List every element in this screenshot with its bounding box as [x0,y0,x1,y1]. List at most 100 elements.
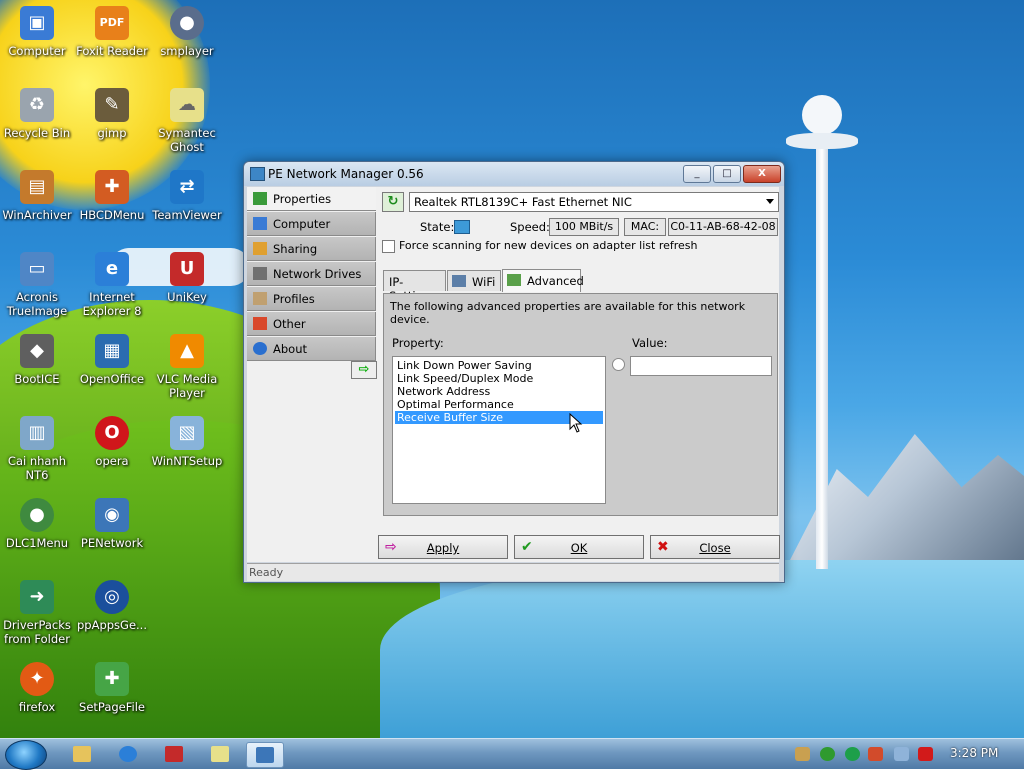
winntsetup-icon: ▧ [170,416,204,450]
minimize-button[interactable]: _ [683,165,711,183]
desktop-icon-openoffice[interactable]: ▦ OpenOffice [75,334,149,386]
recycle-bin-icon: ♻ [20,88,54,122]
tray-volume-icon[interactable] [918,747,933,761]
speed-value: 100 MBit/s [549,218,619,236]
tray-play-icon[interactable] [845,747,860,761]
help-icon [253,342,267,355]
tray-ghost-icon[interactable] [868,747,883,761]
start-button[interactable] [5,740,47,770]
nav-item-profiles[interactable]: Profiles [247,287,376,311]
desktop-icon-computer[interactable]: ▣ Computer [0,6,74,58]
desktop-icon-vlc[interactable]: ▲ VLC Media Player [150,334,224,400]
tray-check-icon[interactable] [820,747,835,761]
desktop-icon-penetwork[interactable]: ◉ PENetwork [75,498,149,550]
nav-item-network-drives[interactable]: Network Drives [247,262,376,286]
maximize-button[interactable]: □ [713,165,741,183]
desktop-icon-internet-explorer[interactable]: e Internet Explorer 8 [75,252,149,318]
openoffice-icon: ▦ [95,334,129,368]
nav-item-properties[interactable]: Properties [247,187,376,211]
tab-advanced[interactable]: Advanced [502,269,584,292]
desktop-icon-winarchiver[interactable]: ▤ WinArchiver [0,170,74,222]
desktop-icon-winntsetup[interactable]: ▧ WinNTSetup [150,416,224,468]
desktop-icon-firefox[interactable]: ✦ firefox [0,662,74,714]
desktop-icon-dlc1menu[interactable]: ● DLC1Menu [0,498,74,550]
close-button[interactable]: ✖ Close [650,535,780,559]
apply-button[interactable]: ⇨ Apply [378,535,508,559]
network-drives-icon [253,267,267,280]
desktop-icon-smplayer[interactable]: ● smplayer [150,6,224,58]
clock[interactable]: 3:28 PM [950,746,998,760]
nav-item-about[interactable]: About [247,337,376,361]
tray-network-icon[interactable] [894,747,909,761]
unikey-icon [165,746,183,762]
pe-network-manager-window: PE Network Manager 0.56 _ □ X Properties… [243,161,785,583]
collapse-nav-button[interactable]: ⇨ [351,361,377,379]
explorer-icon [73,746,91,762]
mac-label: MAC: [624,218,666,236]
tab-wifi[interactable]: WiFi [447,270,501,291]
profiles-icon [253,292,267,305]
desktop-icon-gimp[interactable]: ✎ gimp [75,88,149,140]
window-title: PE Network Manager 0.56 [268,167,424,181]
nav-item-computer[interactable]: Computer [247,212,376,236]
sharing-icon [253,242,267,255]
cai-nhanh-icon: ▥ [20,416,54,450]
tray-tools-icon[interactable] [795,747,810,761]
list-item[interactable]: Network Address [395,385,603,398]
taskbar-symantec-ghost[interactable] [202,742,238,766]
desktop-icon-bootice[interactable]: ◆ BootICE [0,334,74,386]
vlc-icon: ▲ [170,334,204,368]
status-text: Ready [249,566,284,579]
desktop-icon-setpagefile[interactable]: ✚ SetPageFile [75,662,149,714]
list-item[interactable]: Link Down Power Saving [395,359,603,372]
list-item[interactable]: Optimal Performance [395,398,603,411]
desktop-icon-teamviewer[interactable]: ⇄ TeamViewer [150,170,224,222]
list-item[interactable]: Link Speed/Duplex Mode [395,372,603,385]
desktop-icon-recycle-bin[interactable]: ♻ Recycle Bin [0,88,74,140]
desktop-icon-ppappsge[interactable]: ◎ ppAppsGe... [75,580,149,632]
sidebar-nav: Properties Computer Sharing Network Driv… [247,187,376,367]
status-bar: Ready [247,563,779,581]
nav-item-other[interactable]: Other [247,312,376,336]
desktop-icon-driverpacks[interactable]: ➜ DriverPacks from Folder [0,580,74,646]
checkbox-box[interactable] [382,240,395,253]
advanced-icon [507,274,521,286]
desktop-icon-opera[interactable]: Oopera [75,416,149,468]
properties-icon [253,192,267,205]
internet-explorer-icon: e [95,252,129,286]
title-bar[interactable]: PE Network Manager 0.56 _ □ X [244,162,784,186]
nav-item-sharing[interactable]: Sharing [247,237,376,261]
value-input[interactable] [630,356,772,376]
taskbar-explorer[interactable] [64,742,100,766]
desktop-icon-hbcdmenu[interactable]: ✚ HBCDMenu [75,170,149,222]
ok-button[interactable]: ✔ OK [514,535,644,559]
desktop-icon-cai-nhanh[interactable]: ▥ Cai nhanh NT6 [0,416,74,482]
desktop-icon-foxit-reader[interactable]: PDF Foxit Reader [75,6,149,58]
symantec-ghost-icon: ☁ [170,88,204,122]
properties-content: ↻ Realtek RTL8139C+ Fast Ethernet NIC St… [378,187,780,562]
firefox-icon: ✦ [20,662,54,696]
advanced-description: The following advanced properties are av… [390,300,746,326]
mouse-cursor-icon [569,413,583,433]
tab-ip-settings[interactable]: IP-Settings [383,270,446,303]
refresh-adapters-button[interactable]: ↻ [382,192,404,212]
acronis-icon: ▭ [20,252,54,286]
desktop-icon-symantec-ghost[interactable]: ☁ Symantec Ghost [150,88,224,154]
foxit-reader-icon: PDF [95,6,129,40]
unikey-icon: U [170,252,204,286]
wifi-icon [452,275,466,287]
adapter-select[interactable]: Realtek RTL8139C+ Fast Ethernet NIC [409,192,779,212]
taskbar-penetwork[interactable] [246,742,284,768]
desktop-icon-acronis[interactable]: ▭ Acronis TrueImage [0,252,74,318]
computer-icon [253,217,267,230]
desktop-icon-unikey[interactable]: U UniKey [150,252,224,304]
smplayer-icon: ● [170,6,204,40]
hbcdmenu-icon: ✚ [95,170,129,204]
taskbar-unikey[interactable] [156,742,192,766]
value-radio[interactable] [612,358,625,371]
setpagefile-icon: ✚ [95,662,129,696]
taskbar-internet-explorer[interactable] [110,742,146,766]
chevron-down-icon [766,199,774,204]
close-window-button[interactable]: X [743,165,781,183]
mac-value: C0-11-AB-68-42-08 [668,218,778,236]
